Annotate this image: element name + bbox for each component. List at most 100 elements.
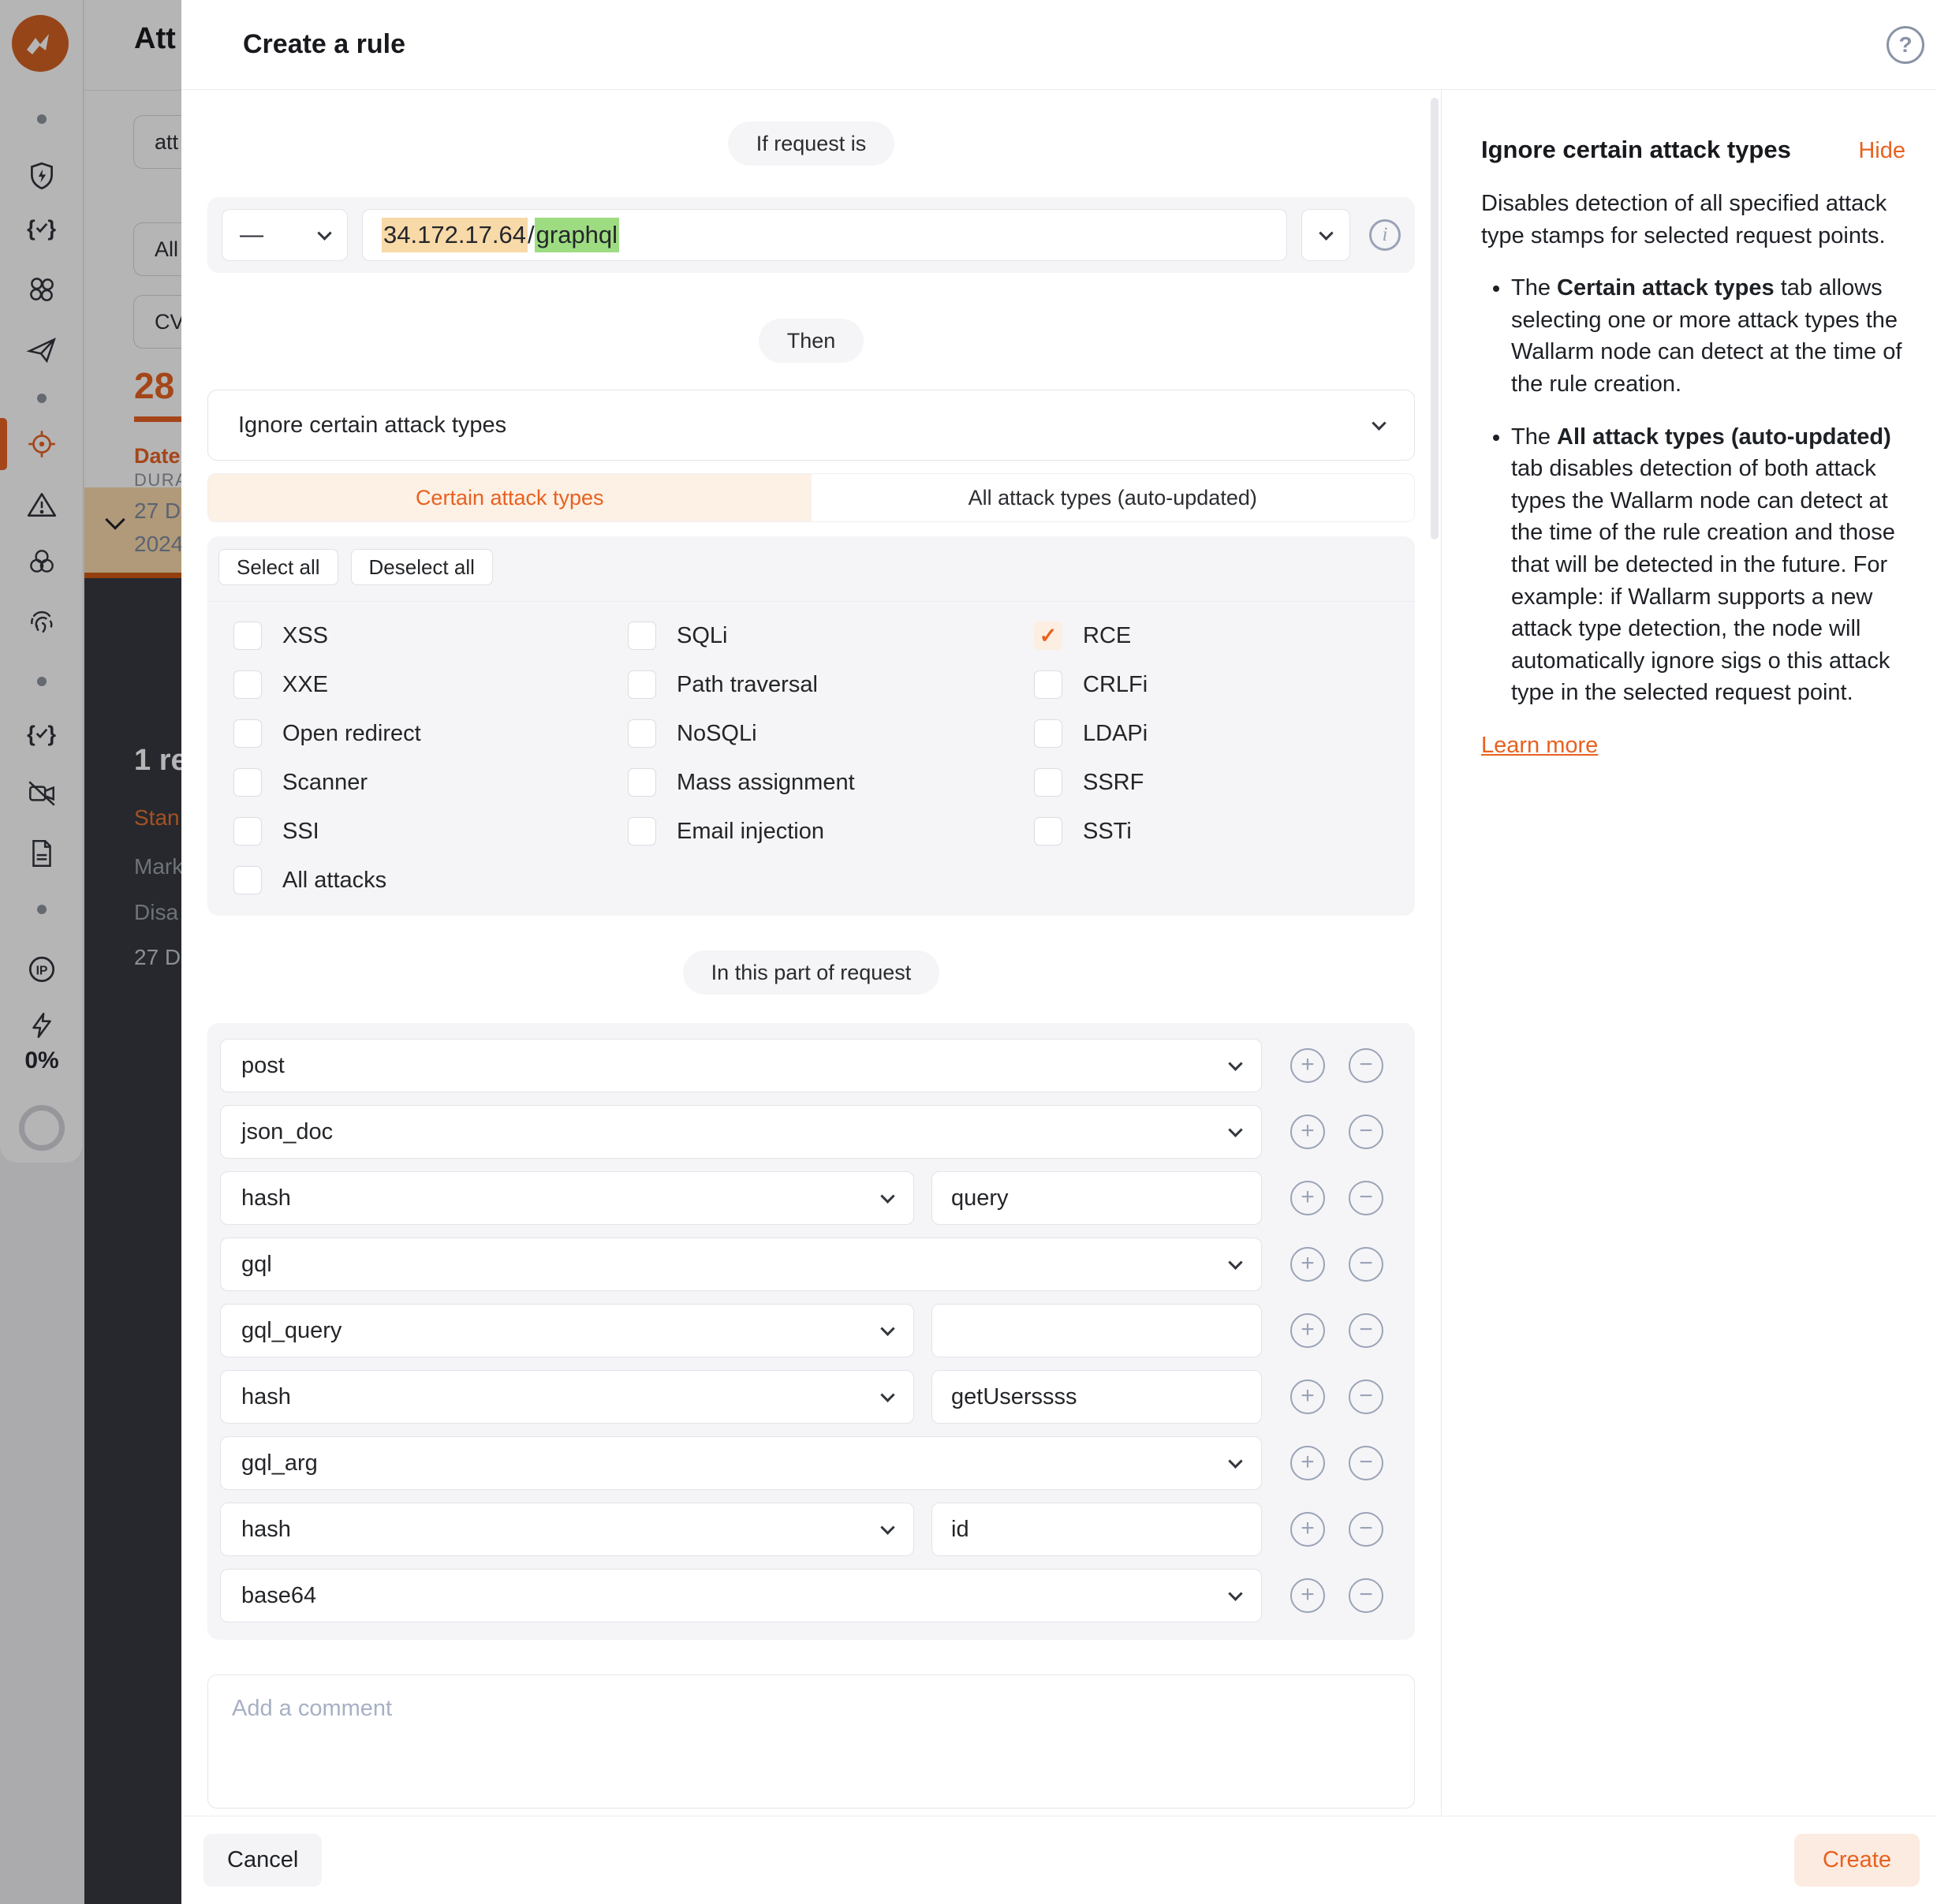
- attack-type-all-attacks[interactable]: All attacks: [233, 865, 628, 895]
- chevron-down-icon: [1228, 1454, 1242, 1468]
- request-part-row: gql_arg: [220, 1436, 1383, 1490]
- part-select[interactable]: hash: [220, 1370, 914, 1424]
- rule-builder: If request is — 34.172.17.64 / graphql T…: [181, 90, 1442, 1816]
- create-rule-modal: Create a rule If request is — 34.172.17.…: [181, 0, 1937, 1904]
- checkbox[interactable]: [233, 670, 262, 699]
- tab-certain-attack-types[interactable]: Certain attack types: [208, 474, 812, 521]
- attack-type-xxe[interactable]: XXE: [233, 670, 628, 700]
- chevron-down-icon: [880, 1520, 894, 1534]
- checkbox[interactable]: [1034, 768, 1062, 797]
- part-select[interactable]: json_doc: [220, 1105, 1262, 1159]
- request-part-row: hash: [220, 1503, 1383, 1556]
- part-select[interactable]: hash: [220, 1503, 914, 1556]
- scrollbar[interactable]: [1431, 98, 1439, 539]
- part-select[interactable]: gql: [220, 1238, 1262, 1291]
- info-icon[interactable]: [1369, 219, 1401, 251]
- attack-type-path-traversal[interactable]: Path traversal: [628, 670, 1034, 700]
- minus-circle-icon[interactable]: [1349, 1048, 1383, 1083]
- checkbox[interactable]: [1034, 719, 1062, 748]
- modal-backdrop[interactable]: [0, 0, 181, 1904]
- checkbox[interactable]: [1034, 817, 1062, 846]
- chevron-down-icon: [1228, 1122, 1242, 1137]
- chevron-down-icon: [880, 1321, 894, 1335]
- plus-circle-icon[interactable]: [1290, 1446, 1325, 1480]
- part-param-input[interactable]: [931, 1304, 1262, 1357]
- request-part-row: hash: [220, 1370, 1383, 1424]
- plus-circle-icon[interactable]: [1290, 1512, 1325, 1547]
- checkbox[interactable]: [233, 817, 262, 846]
- attack-type-rce[interactable]: RCE: [1034, 621, 1148, 651]
- minus-circle-icon[interactable]: [1349, 1512, 1383, 1547]
- hide-link[interactable]: Hide: [1858, 138, 1905, 164]
- part-param-input[interactable]: [931, 1171, 1262, 1225]
- chevron-down-icon: [1228, 1056, 1242, 1070]
- checkbox[interactable]: [628, 719, 656, 748]
- request-part-row: post: [220, 1039, 1383, 1092]
- chevron-down-icon: [1228, 1255, 1242, 1269]
- minus-circle-icon[interactable]: [1349, 1578, 1383, 1613]
- attack-type-nosqli[interactable]: NoSQLi: [628, 719, 1034, 749]
- minus-circle-icon[interactable]: [1349, 1446, 1383, 1480]
- uri-input[interactable]: 34.172.17.64 / graphql: [362, 209, 1287, 261]
- deselect-all-button[interactable]: Deselect all: [351, 549, 493, 585]
- question-icon[interactable]: [1887, 26, 1924, 64]
- plus-circle-icon[interactable]: [1290, 1247, 1325, 1282]
- chevron-down-icon: [880, 1387, 894, 1402]
- help-bullet: The All attack types (auto-updated) tab …: [1511, 421, 1905, 709]
- attack-type-ssi[interactable]: SSI: [233, 816, 628, 846]
- attack-type-crlfi[interactable]: CRLFi: [1034, 670, 1148, 700]
- plus-circle-icon[interactable]: [1290, 1313, 1325, 1348]
- modal-header: Create a rule: [181, 0, 1937, 90]
- checkbox[interactable]: [233, 768, 262, 797]
- checkbox[interactable]: [1034, 670, 1062, 699]
- part-select[interactable]: hash: [220, 1171, 914, 1225]
- checkbox[interactable]: [628, 622, 656, 650]
- part-param-input[interactable]: [931, 1503, 1262, 1556]
- part-select[interactable]: gql_arg: [220, 1436, 1262, 1490]
- minus-circle-icon[interactable]: [1349, 1247, 1383, 1282]
- plus-circle-icon[interactable]: [1290, 1578, 1325, 1613]
- learn-more-link[interactable]: Learn more: [1481, 733, 1598, 759]
- attack-type-scanner[interactable]: Scanner: [233, 767, 628, 797]
- checkbox[interactable]: [628, 768, 656, 797]
- attack-type-ldapi[interactable]: LDAPi: [1034, 719, 1148, 749]
- attack-type-xss[interactable]: XSS: [233, 621, 628, 651]
- minus-circle-icon[interactable]: [1349, 1181, 1383, 1215]
- rule-action-select[interactable]: Ignore certain attack types: [207, 390, 1415, 461]
- plus-circle-icon[interactable]: [1290, 1379, 1325, 1414]
- comment-input[interactable]: [207, 1674, 1415, 1809]
- part-select[interactable]: base64: [220, 1569, 1262, 1622]
- checkbox[interactable]: [233, 866, 262, 894]
- cancel-button[interactable]: Cancel: [203, 1834, 322, 1887]
- part-param-input[interactable]: [931, 1370, 1262, 1424]
- uri-separator: /: [528, 221, 535, 249]
- minus-circle-icon[interactable]: [1349, 1313, 1383, 1348]
- uri-dropdown-button[interactable]: [1301, 209, 1350, 261]
- attack-type-ssti[interactable]: SSTi: [1034, 816, 1148, 846]
- part-select[interactable]: gql_query: [220, 1304, 914, 1357]
- checkbox[interactable]: [233, 622, 262, 650]
- attack-type-sqli[interactable]: SQLi: [628, 621, 1034, 651]
- minus-circle-icon[interactable]: [1349, 1114, 1383, 1149]
- checkbox[interactable]: [233, 719, 262, 748]
- plus-circle-icon[interactable]: [1290, 1114, 1325, 1149]
- checkbox[interactable]: [628, 670, 656, 699]
- attack-type-mass-assignment[interactable]: Mass assignment: [628, 767, 1034, 797]
- request-part-row: base64: [220, 1569, 1383, 1622]
- tab-all-attack-types[interactable]: All attack types (auto-updated): [812, 474, 1415, 521]
- checkbox-checked[interactable]: [1034, 622, 1062, 650]
- attack-type-email-injection[interactable]: Email injection: [628, 816, 1034, 846]
- plus-circle-icon[interactable]: [1290, 1048, 1325, 1083]
- plus-circle-icon[interactable]: [1290, 1181, 1325, 1215]
- request-part-row: gql_query: [220, 1304, 1383, 1357]
- request-part-row: json_doc: [220, 1105, 1383, 1159]
- select-all-button[interactable]: Select all: [218, 549, 338, 585]
- method-select[interactable]: —: [222, 209, 348, 261]
- part-select[interactable]: post: [220, 1039, 1262, 1092]
- attack-type-ssrf[interactable]: SSRF: [1034, 767, 1148, 797]
- create-button[interactable]: Create: [1794, 1834, 1920, 1887]
- attack-type-open-redirect[interactable]: Open redirect: [233, 719, 628, 749]
- uri-condition-row: — 34.172.17.64 / graphql: [207, 197, 1415, 273]
- checkbox[interactable]: [628, 817, 656, 846]
- minus-circle-icon[interactable]: [1349, 1379, 1383, 1414]
